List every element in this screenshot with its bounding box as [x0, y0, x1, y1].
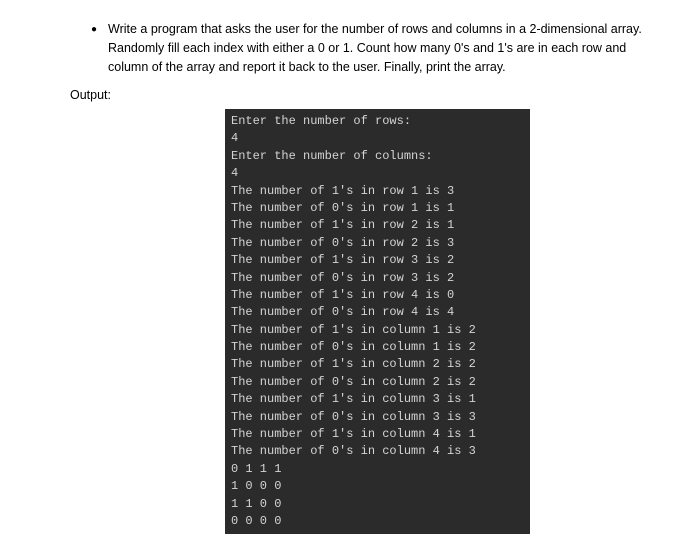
terminal-line: 0 0 0 0 — [231, 513, 524, 530]
terminal-line: The number of 0's in row 4 is 4 — [231, 304, 524, 321]
problem-text: Write a program that asks the user for t… — [108, 20, 650, 76]
terminal-line: The number of 1's in row 3 is 2 — [231, 252, 524, 269]
terminal-line: The number of 0's in row 1 is 1 — [231, 200, 524, 217]
terminal-line: The number of 0's in row 2 is 3 — [231, 235, 524, 252]
terminal-line: Enter the number of columns: — [231, 148, 524, 165]
terminal-output: Enter the number of rows:4Enter the numb… — [225, 109, 530, 534]
terminal-line: The number of 0's in column 1 is 2 — [231, 339, 524, 356]
bullet-icon: ● — [80, 20, 108, 37]
terminal-line: The number of 1's in column 3 is 1 — [231, 391, 524, 408]
terminal-line: 0 1 1 1 — [231, 461, 524, 478]
terminal-line: The number of 0's in row 3 is 2 — [231, 270, 524, 287]
terminal-line: The number of 1's in row 4 is 0 — [231, 287, 524, 304]
terminal-line: The number of 0's in column 2 is 2 — [231, 374, 524, 391]
terminal-line: 4 — [231, 130, 524, 147]
terminal-line: The number of 1's in column 1 is 2 — [231, 322, 524, 339]
terminal-line: The number of 1's in column 4 is 1 — [231, 426, 524, 443]
terminal-line: The number of 1's in row 1 is 3 — [231, 183, 524, 200]
terminal-line: The number of 1's in column 2 is 2 — [231, 356, 524, 373]
terminal-line: 1 1 0 0 — [231, 496, 524, 513]
terminal-line: The number of 0's in column 3 is 3 — [231, 409, 524, 426]
terminal-line: 1 0 0 0 — [231, 478, 524, 495]
output-label: Output: — [70, 86, 650, 105]
terminal-line: 4 — [231, 165, 524, 182]
terminal-line: Enter the number of rows: — [231, 113, 524, 130]
terminal-line: The number of 0's in column 4 is 3 — [231, 443, 524, 460]
problem-statement: ● Write a program that asks the user for… — [80, 20, 650, 76]
terminal-line: The number of 1's in row 2 is 1 — [231, 217, 524, 234]
